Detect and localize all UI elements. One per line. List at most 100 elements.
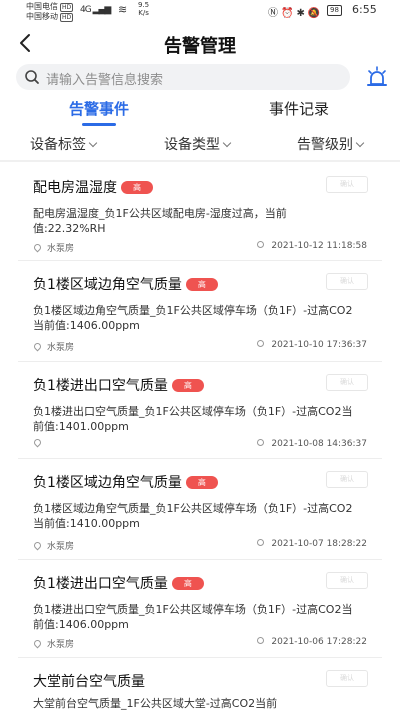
- alarm-clock-icon: ⏰: [281, 8, 297, 19]
- alert-time: 2021-10-10 17:36:37: [257, 340, 367, 350]
- alert-location: [32, 437, 47, 449]
- filter-device-tag-label: 设备标签: [30, 137, 86, 153]
- alert-location-text: 水泵房: [47, 542, 75, 552]
- level-badge: 高: [185, 476, 218, 489]
- filter-device-tag[interactable]: 设备标签: [30, 134, 98, 154]
- level-badge: 高: [171, 577, 204, 590]
- alert-time-text: 2021-10-06 17:28:22: [271, 637, 367, 647]
- carrier1-label: 中国电信: [26, 2, 58, 11]
- clock-icon: [257, 241, 265, 248]
- network-speed: 9.5 K/s: [138, 1, 149, 17]
- location-pin-icon: [32, 242, 43, 253]
- system-icons: Ⓝ⏰✱🔕: [268, 4, 323, 19]
- alert-card[interactable]: 大堂前台空气质量 确认 大堂前台空气质量_1F公共区域大堂-过高CO2当前: [18, 658, 382, 711]
- alert-time-text: 2021-10-07 18:28:22: [271, 539, 367, 549]
- alert-title: 配电房温湿度: [33, 180, 117, 196]
- alert-time: 2021-10-06 17:28:22: [257, 637, 367, 647]
- wifi-icon: ≋: [118, 3, 128, 16]
- alert-location: 水泵房: [32, 637, 75, 650]
- nav-bar: 告警管理: [0, 24, 400, 64]
- clock-icon: [257, 340, 265, 347]
- alarm-light-button[interactable]: [364, 64, 390, 90]
- location-pin-icon: [32, 540, 43, 551]
- filter-device-type-label: 设备类型: [164, 137, 220, 153]
- tab-alert-events[interactable]: 告警事件: [69, 98, 129, 119]
- alert-location: 水泵房: [32, 539, 75, 552]
- filter-alert-level-label: 告警级别: [297, 137, 353, 153]
- alert-description: 负1楼区域边角空气质量_负1F公共区域停车场（负1F）-过高CO2当前值:141…: [33, 502, 353, 530]
- signal-icon: 4G ▂▄▆: [80, 5, 111, 15]
- confirm-button[interactable]: 确认: [326, 176, 368, 193]
- level-badge: 高: [171, 379, 204, 392]
- alert-location: 水泵房: [32, 241, 75, 254]
- alert-title: 大堂前台空气质量: [33, 674, 145, 690]
- level-badge: 高: [121, 181, 153, 194]
- active-tab-indicator: [82, 123, 116, 126]
- tab-bar: 告警事件 事件记录: [0, 96, 400, 126]
- alert-title: 负1楼进出口空气质量: [33, 576, 168, 592]
- confirm-button[interactable]: 确认: [326, 273, 368, 290]
- alert-title-row: 负1楼进出口空气质量高: [33, 573, 204, 593]
- battery-indicator: 98: [327, 5, 342, 16]
- alert-time-text: 2021-10-10 17:36:37: [271, 340, 367, 350]
- confirm-button[interactable]: 确认: [326, 374, 368, 391]
- alert-location: 水泵房: [32, 340, 75, 353]
- alert-title-row: 大堂前台空气质量: [33, 671, 145, 691]
- divider: [0, 160, 400, 162]
- location-pin-icon: [32, 341, 43, 352]
- clock-icon: [257, 637, 265, 644]
- signal-label: 4G: [80, 5, 92, 15]
- search-input[interactable]: 请输入告警信息搜索: [16, 64, 350, 90]
- carrier2-label: 中国移动: [26, 12, 58, 21]
- alert-card[interactable]: 负1楼进出口空气质量高 确认 负1楼进出口空气质量_负1F公共区域停车场（负1F…: [18, 560, 382, 658]
- filter-device-type[interactable]: 设备类型: [164, 134, 232, 154]
- alert-time: 2021-10-07 18:28:22: [257, 539, 367, 549]
- alert-title: 负1楼进出口空气质量: [33, 378, 168, 394]
- clock-icon: [257, 439, 265, 446]
- alert-title: 负1楼区域边角空气质量: [33, 277, 182, 293]
- alert-card[interactable]: 负1楼区域边角空气质量高 确认 负1楼区域边角空气质量_负1F公共区域停车场（负…: [18, 459, 382, 560]
- alert-time: 2021-10-08 14:36:37: [257, 439, 367, 449]
- alert-title-row: 负1楼进出口空气质量高: [33, 375, 204, 395]
- chevron-down-icon: [88, 138, 98, 148]
- status-clock: 6:55: [352, 3, 377, 16]
- confirm-button[interactable]: 确认: [326, 471, 368, 488]
- search-icon: [25, 70, 39, 84]
- tab-event-records[interactable]: 事件记录: [269, 98, 329, 119]
- chevron-down-icon: [355, 138, 365, 148]
- mute-icon: 🔕: [307, 8, 324, 19]
- location-pin-icon: [32, 638, 43, 649]
- level-badge: 高: [185, 278, 218, 291]
- alert-title-row: 配电房温湿度高: [33, 177, 153, 197]
- alert-card[interactable]: 负1楼区域边角空气质量高 确认 负1楼区域边角空气质量_负1F公共区域停车场（负…: [18, 261, 382, 362]
- alert-location-text: 水泵房: [47, 640, 75, 650]
- status-bar: 中国电信 HD 中国移动 HD 4G ▂▄▆ ≋ 9.5 K/s Ⓝ⏰✱🔕 98 6…: [0, 0, 400, 24]
- alert-time: 2021-10-12 11:18:58: [257, 241, 367, 251]
- alert-card[interactable]: 负1楼进出口空气质量高 确认 负1楼进出口空气质量_负1F公共区域停车场（负1F…: [18, 362, 382, 459]
- clock-icon: [257, 539, 265, 546]
- hd-badge-2: HD: [60, 13, 74, 22]
- filter-bar: 设备标签 设备类型 告警级别: [0, 130, 400, 158]
- search-placeholder: 请输入告警信息搜索: [46, 73, 164, 88]
- alert-location-text: 水泵房: [47, 244, 75, 254]
- alert-description: 负1楼进出口空气质量_负1F公共区域停车场（负1F）-过高CO2当前值:1401…: [33, 405, 353, 433]
- alert-time-text: 2021-10-12 11:18:58: [271, 241, 367, 251]
- bluetooth-icon: ✱: [296, 8, 308, 19]
- speed-value: 9.5: [138, 1, 150, 9]
- alert-location-text: 水泵房: [47, 343, 75, 353]
- alert-description: 负1楼进出口空气质量_负1F公共区域停车场（负1F）-过高CO2当前值:1406…: [33, 603, 353, 631]
- chevron-down-icon: [222, 138, 232, 148]
- page-title: 告警管理: [164, 36, 236, 57]
- speed-unit: K/s: [138, 9, 149, 17]
- confirm-button[interactable]: 确认: [326, 572, 368, 589]
- alert-description: 大堂前台空气质量_1F公共区域大堂-过高CO2当前: [33, 697, 278, 710]
- alert-description: 负1楼区域边角空气质量_负1F公共区域停车场（负1F）-过高CO2当前值:140…: [33, 304, 353, 332]
- location-pin-icon: [32, 437, 43, 448]
- hd-badge: HD: [60, 3, 74, 12]
- alert-card[interactable]: 配电房温湿度高 确认 配电房温湿度_负1F公共区域配电房-湿度过高，当前值:22…: [18, 164, 382, 261]
- carrier-info: 中国电信 HD 中国移动 HD: [26, 2, 74, 22]
- filter-alert-level[interactable]: 告警级别: [297, 134, 365, 154]
- alert-description: 配电房温湿度_负1F公共区域配电房-湿度过高，当前值:22.32%RH: [33, 207, 287, 235]
- alert-time-text: 2021-10-08 14:36:37: [271, 439, 367, 449]
- confirm-button[interactable]: 确认: [326, 670, 368, 687]
